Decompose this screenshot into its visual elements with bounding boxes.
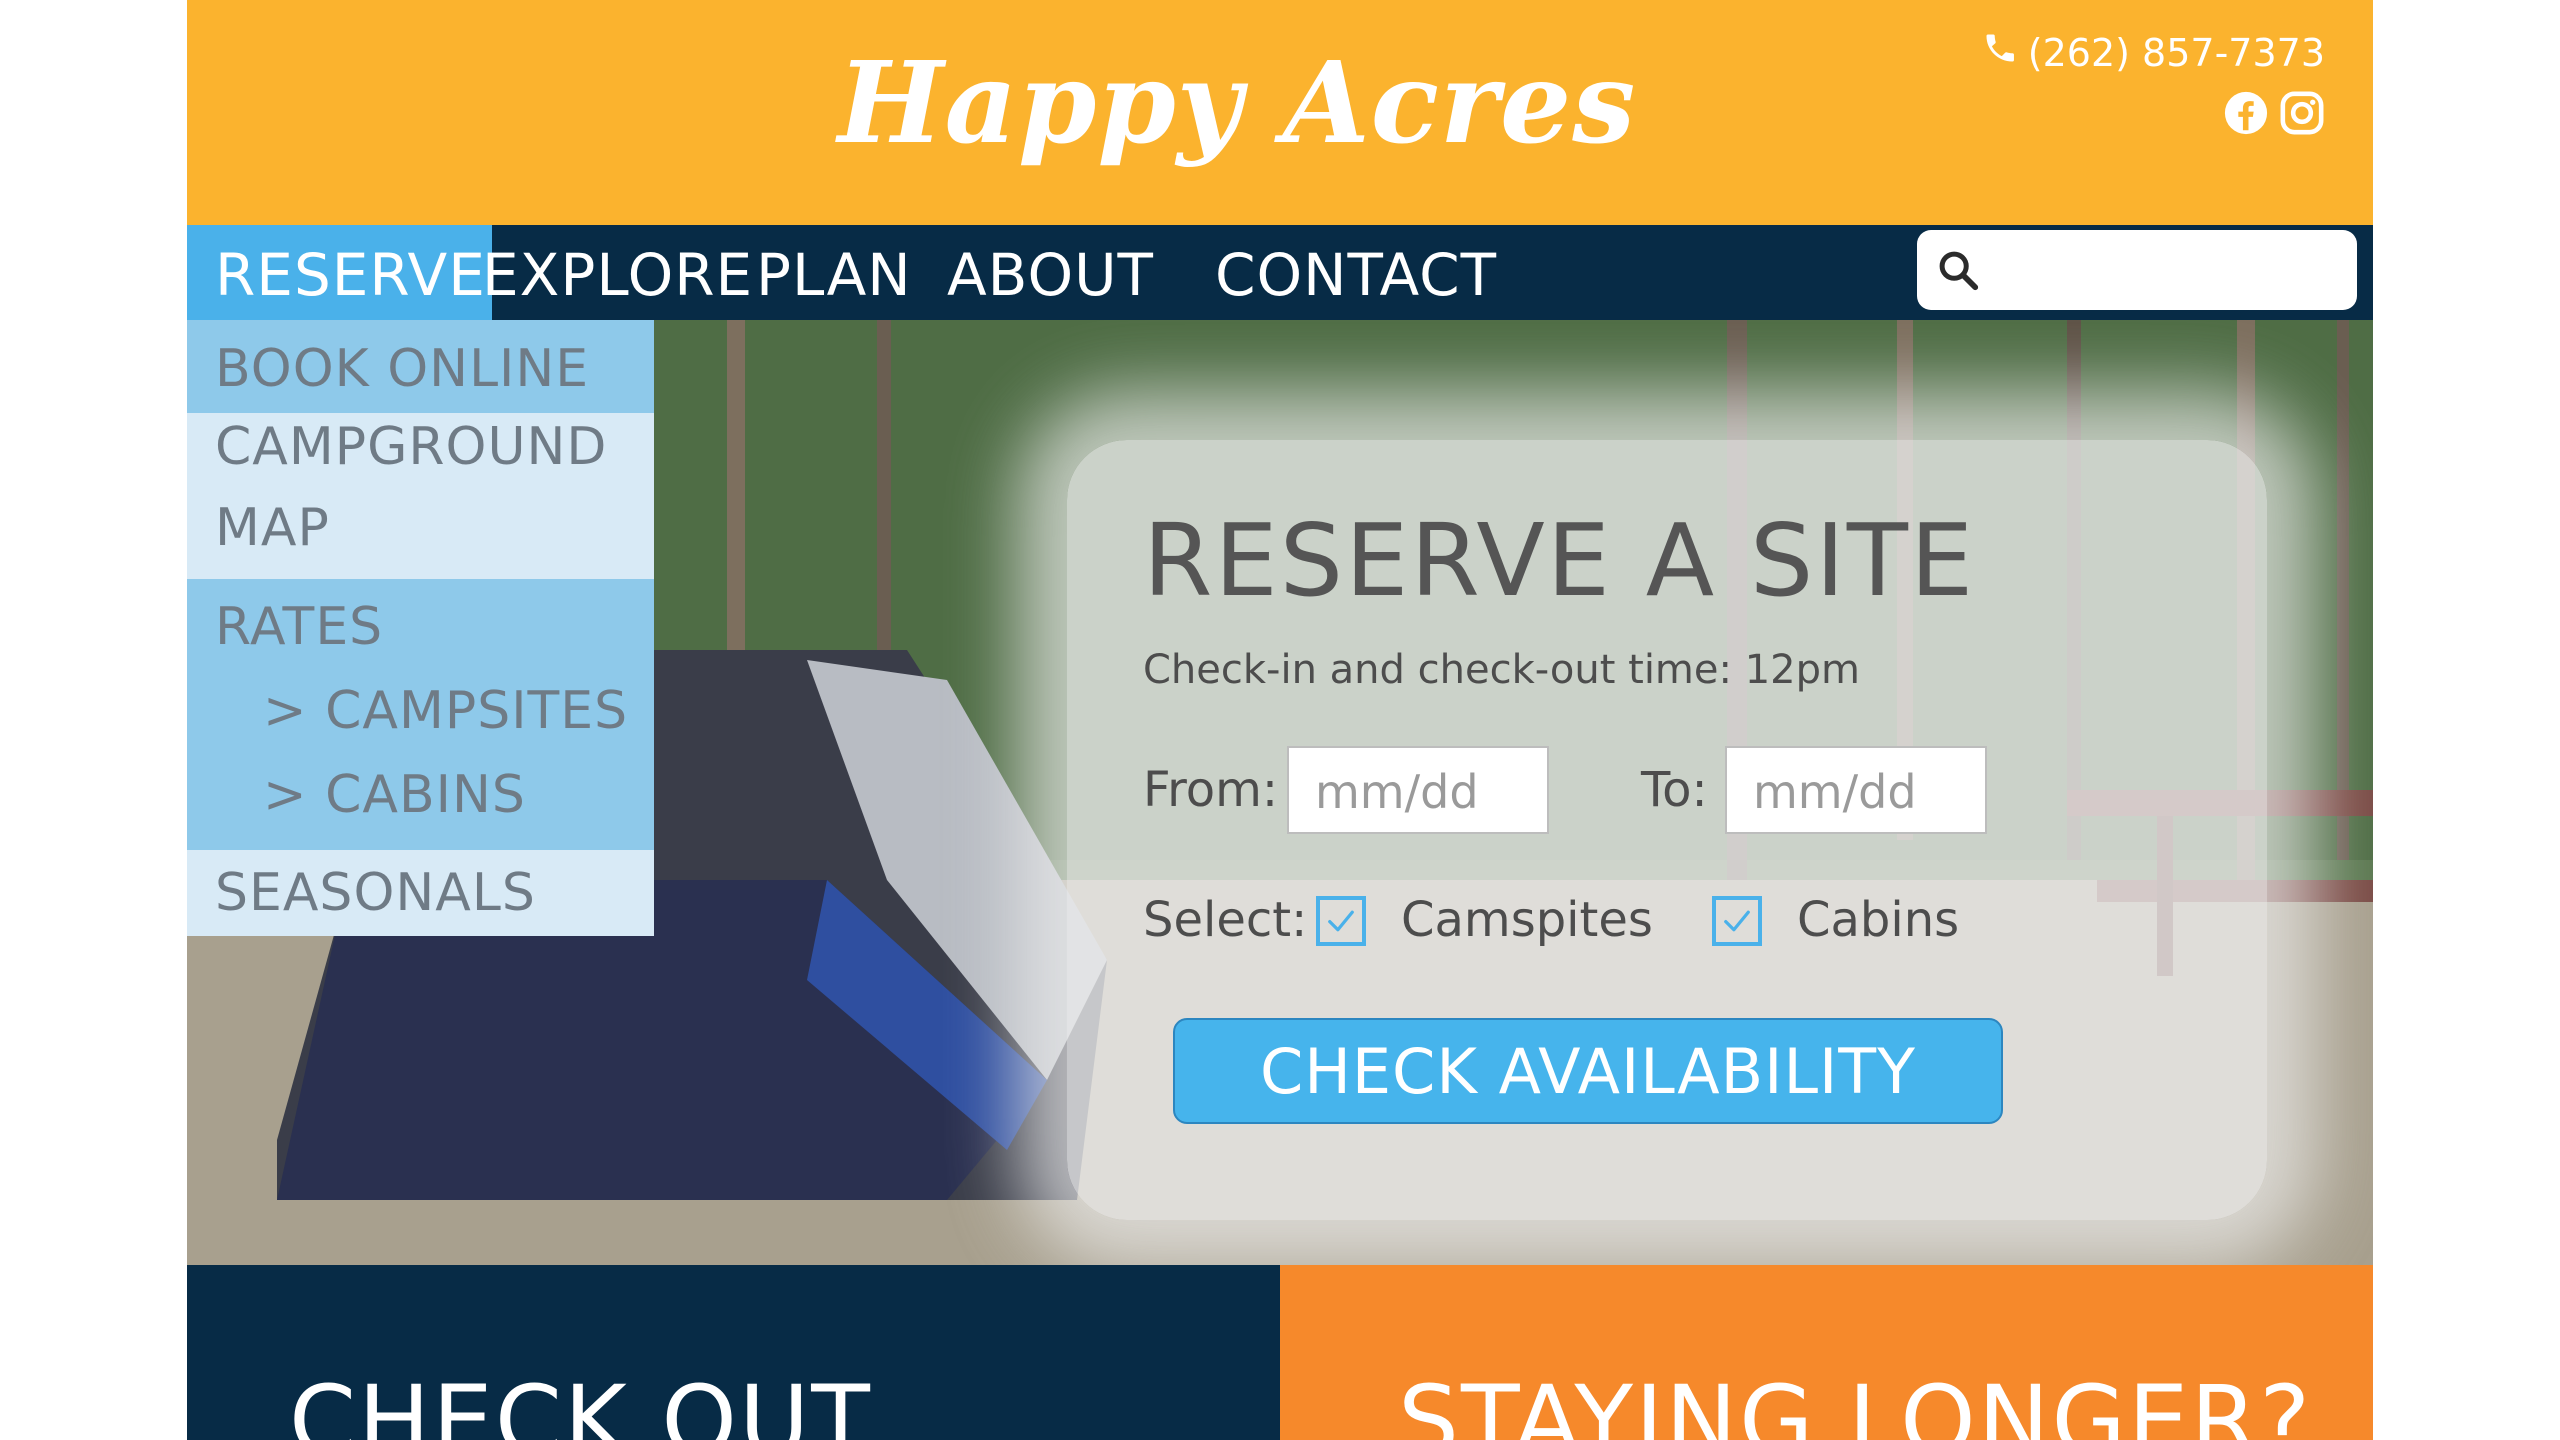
search-box[interactable] (1917, 230, 2373, 310)
dropdown-item-cabins[interactable]: > CABINS (215, 753, 654, 840)
nav-item-about[interactable]: ABOUT (919, 225, 1182, 320)
instagram-icon[interactable] (2279, 90, 2325, 136)
dropdown-item-map: MAP (215, 498, 330, 558)
site-header: Happy Acres (262) 857-7373 (187, 0, 2373, 225)
campsites-checkbox[interactable] (1316, 896, 1366, 946)
search-input[interactable] (1991, 239, 2373, 301)
dropdown-item-seasonals[interactable]: SEASONALS (187, 850, 654, 936)
phone-contact[interactable]: (262) 857-7373 (1982, 30, 2325, 75)
campsites-option-label[interactable]: Camspites (1401, 892, 1653, 948)
check-availability-button[interactable]: CHECK AVAILABILITY (1173, 1018, 2003, 1124)
nav-item-plan[interactable]: PLAN (728, 225, 940, 320)
to-date-field[interactable]: mm/dd (1725, 746, 1987, 834)
staying-longer-panel[interactable]: STAYING LONGER? (1280, 1265, 2373, 1440)
nav-item-contact[interactable]: CONTACT (1187, 225, 1525, 320)
check-out-heading: CHECK OUT (289, 1365, 872, 1440)
from-label: From: (1143, 762, 1279, 818)
cabins-option-label[interactable]: Cabins (1797, 892, 1959, 948)
page: Happy Acres (262) 857-7373 RESERVE EXPLO… (187, 0, 2373, 1440)
facebook-icon[interactable] (2223, 90, 2269, 136)
to-label: To: (1641, 762, 1708, 818)
select-label: Select: (1143, 892, 1308, 948)
cabins-checkbox[interactable] (1712, 896, 1762, 946)
reserve-subtitle: Check-in and check-out time: 12pm (1143, 647, 1860, 693)
staying-longer-heading: STAYING LONGER? (1398, 1365, 2313, 1440)
search-icon[interactable] (1935, 247, 1981, 293)
phone-number: (262) 857-7373 (2027, 30, 2325, 75)
dropdown-item-book-online[interactable]: BOOK ONLINE (187, 320, 654, 413)
reserve-title: RESERVE A SITE (1143, 502, 1976, 619)
check-icon (1724, 910, 1750, 932)
site-logo[interactable]: Happy Acres (187, 38, 2287, 169)
dropdown-item-campground-map[interactable]: CAMPGROUND MAP (187, 413, 654, 579)
main-nav: RESERVE EXPLORE PLAN ABOUT CONTACT (187, 225, 2373, 320)
dropdown-item-campsites[interactable]: > CAMPSITES (215, 666, 654, 753)
dropdown-item-campground: CAMPGROUND (215, 417, 608, 477)
social-links (2223, 90, 2325, 136)
nav-item-reserve[interactable]: RESERVE (187, 225, 492, 320)
phone-icon (1982, 30, 2018, 75)
dropdown-group-rates: RATES > CAMPSITES > CABINS (187, 579, 654, 850)
from-date-field[interactable]: mm/dd (1287, 746, 1549, 834)
reserve-dropdown: BOOK ONLINE CAMPGROUND MAP RATES > CAMPS… (187, 320, 654, 936)
dropdown-item-rates[interactable]: RATES (215, 579, 654, 666)
check-icon (1328, 910, 1354, 932)
check-out-panel[interactable]: CHECK OUT (187, 1265, 1280, 1440)
